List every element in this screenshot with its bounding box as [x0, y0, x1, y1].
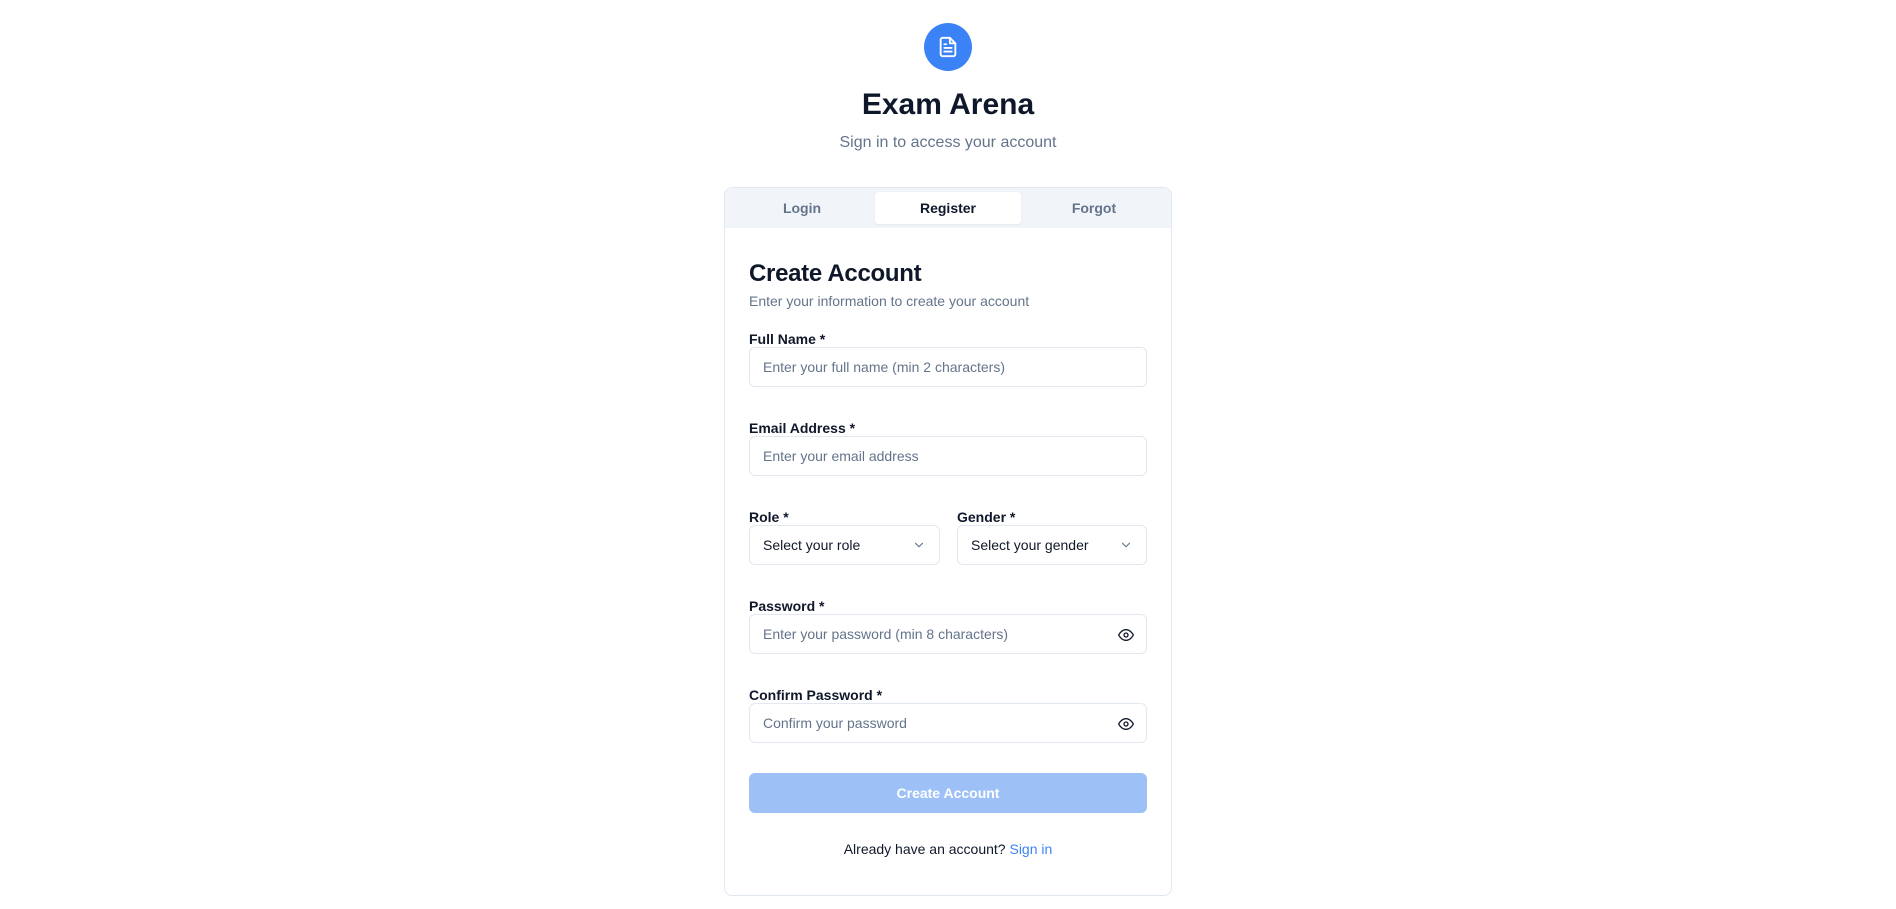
gender-select[interactable]: Select your gender: [957, 525, 1147, 565]
role-select-value: Select your role: [763, 537, 861, 553]
eye-icon[interactable]: [1118, 716, 1134, 732]
tab-forgot[interactable]: Forgot: [1021, 192, 1167, 224]
confirm-password-input[interactable]: [763, 715, 1133, 731]
chevron-down-icon: [1119, 538, 1133, 552]
email-input[interactable]: [763, 448, 1133, 464]
confirm-password-label: Confirm Password *: [749, 687, 883, 703]
role-label: Role *: [749, 509, 789, 525]
form-title: Create Account: [749, 260, 922, 287]
gender-select-value: Select your gender: [971, 537, 1089, 553]
full-name-label: Full Name *: [749, 331, 826, 347]
gender-label: Gender *: [957, 509, 1016, 525]
auth-tabs: Login Register Forgot: [725, 188, 1171, 228]
app-title: Exam Arena: [861, 88, 1035, 121]
tab-register[interactable]: Register: [875, 192, 1021, 224]
tab-login[interactable]: Login: [729, 192, 875, 224]
signin-prompt: Already have an account? Sign in: [725, 841, 1171, 857]
auth-card: Login Register Forgot Create Account Ent…: [724, 187, 1172, 896]
email-field: [749, 436, 1147, 476]
full-name-field: [749, 347, 1147, 387]
app-subtitle: Sign in to access your account: [839, 134, 1057, 151]
role-select[interactable]: Select your role: [749, 525, 940, 565]
app-logo: [924, 23, 972, 71]
create-account-button[interactable]: Create Account: [749, 773, 1147, 813]
email-label: Email Address *: [749, 420, 856, 436]
full-name-input[interactable]: [763, 359, 1133, 375]
chevron-down-icon: [912, 538, 926, 552]
document-icon: [939, 36, 957, 58]
password-label: Password *: [749, 598, 825, 614]
password-field: [749, 614, 1147, 654]
sign-in-link[interactable]: Sign in: [1009, 841, 1052, 857]
eye-icon[interactable]: [1118, 627, 1134, 643]
confirm-password-field: [749, 703, 1147, 743]
signin-prompt-text: Already have an account?: [843, 841, 1006, 857]
form-subtitle: Enter your information to create your ac…: [749, 293, 1030, 309]
password-input[interactable]: [763, 626, 1133, 642]
